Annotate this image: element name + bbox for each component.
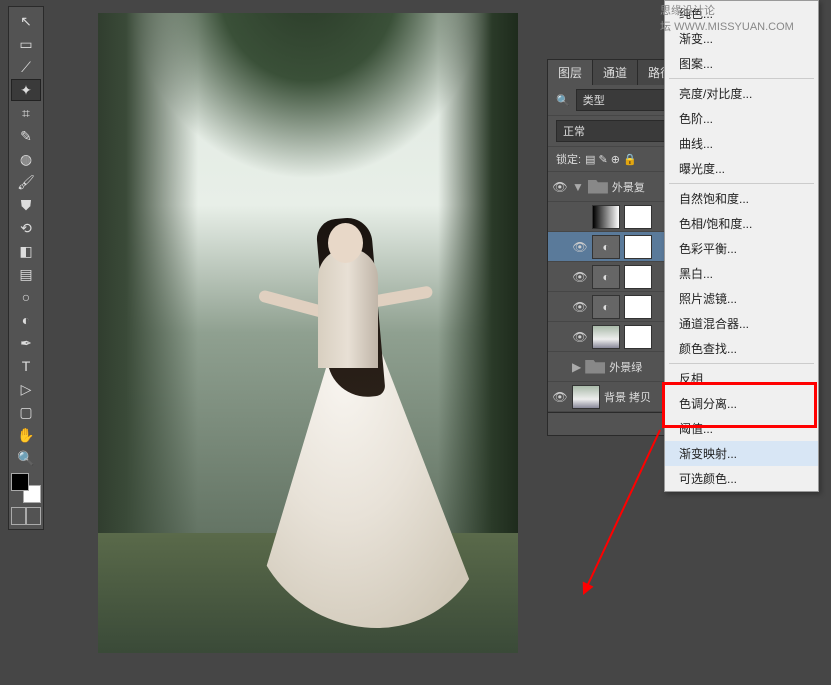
tool-path[interactable]: ▷	[11, 378, 41, 400]
tool-eyedrop[interactable]: ✎	[11, 125, 41, 147]
menu-item[interactable]: 黑白...	[665, 261, 818, 286]
tool-move[interactable]: ↖	[11, 10, 41, 32]
mask-thumb[interactable]	[624, 235, 652, 259]
adjustment-icon: ◐	[592, 235, 620, 259]
menu-item[interactable]: 色调分离...	[665, 391, 818, 416]
folder-icon	[585, 360, 605, 374]
document-canvas[interactable]	[98, 13, 518, 653]
tool-stamp[interactable]: ⛊	[11, 194, 41, 216]
visibility-icon[interactable]: 👁	[572, 329, 588, 345]
quick-mask-icon[interactable]	[11, 507, 26, 525]
screen-mode-icon[interactable]	[26, 507, 41, 525]
menu-item[interactable]: 照片滤镜...	[665, 286, 818, 311]
tool-gradient[interactable]: ▤	[11, 263, 41, 285]
menu-item[interactable]: 曲线...	[665, 131, 818, 156]
tab-0[interactable]: 图层	[548, 60, 593, 85]
visibility-icon[interactable]	[572, 209, 588, 225]
tool-marquee[interactable]: ▭	[11, 33, 41, 55]
chevron-icon[interactable]: ▶	[572, 360, 581, 374]
layer-thumb	[592, 325, 620, 349]
figure-decor	[288, 248, 478, 628]
menu-item[interactable]: 反相	[665, 366, 818, 391]
menu-item[interactable]: 渐变映射...	[665, 441, 818, 466]
menu-item[interactable]: 通道混合器...	[665, 311, 818, 336]
folder-icon	[588, 180, 608, 194]
layer-thumb	[572, 385, 600, 409]
tool-type[interactable]: T	[11, 355, 41, 377]
menu-item[interactable]: 自然饱和度...	[665, 186, 818, 211]
layer-name: 外景绿	[609, 359, 642, 375]
menu-item[interactable]: 色彩平衡...	[665, 236, 818, 261]
tool-brush[interactable]: 🖌	[11, 171, 41, 193]
tool-eraser[interactable]: ◧	[11, 240, 41, 262]
watermark-url: WWW.MISSYUAN.COM	[674, 21, 794, 33]
layer-name: 背景 拷贝	[604, 389, 651, 405]
menu-item[interactable]: 颜色查找...	[665, 336, 818, 361]
visibility-icon[interactable]: 👁	[572, 269, 588, 285]
tool-blur[interactable]: ○	[11, 286, 41, 308]
tool-dodge[interactable]: ◐	[11, 309, 41, 331]
menu-item[interactable]: 色阶...	[665, 106, 818, 131]
visibility-icon[interactable]	[552, 359, 568, 375]
visibility-icon[interactable]: 👁	[572, 239, 588, 255]
mask-thumb[interactable]	[624, 205, 652, 229]
menu-item[interactable]: 曝光度...	[665, 156, 818, 181]
tools-toolbar: ↖▭⟋✦⌗✎◍🖌⛊⟲◧▤○◐✒T▷▢✋🔍	[8, 6, 44, 530]
layer-thumb	[592, 205, 620, 229]
tool-wand[interactable]: ✦	[11, 79, 41, 101]
mask-thumb[interactable]	[624, 325, 652, 349]
foreground-swatch[interactable]	[11, 473, 29, 491]
mask-thumb[interactable]	[624, 265, 652, 289]
tab-1[interactable]: 通道	[593, 60, 638, 85]
tool-pen[interactable]: ✒	[11, 332, 41, 354]
menu-item[interactable]: 可选颜色...	[665, 466, 818, 491]
menu-item[interactable]: 阈值...	[665, 416, 818, 441]
adjustment-icon: ◐	[592, 265, 620, 289]
menu-separator	[669, 363, 814, 364]
tool-crop[interactable]: ⌗	[11, 102, 41, 124]
arrow-annotation	[583, 430, 661, 594]
tool-heal[interactable]: ◍	[11, 148, 41, 170]
menu-item[interactable]: 图案...	[665, 51, 818, 76]
tool-lasso[interactable]: ⟋	[11, 56, 41, 78]
visibility-icon[interactable]: 👁	[552, 389, 568, 405]
mask-thumb[interactable]	[624, 295, 652, 319]
layer-name: 外景复	[612, 179, 645, 195]
menu-separator	[669, 183, 814, 184]
tool-zoom[interactable]: 🔍	[11, 447, 41, 469]
menu-item[interactable]: 色相/饱和度...	[665, 211, 818, 236]
tool-shape[interactable]: ▢	[11, 401, 41, 423]
adjustment-menu: 纯色...渐变...图案...亮度/对比度...色阶...曲线...曝光度...…	[664, 0, 819, 492]
tool-hand[interactable]: ✋	[11, 424, 41, 446]
chevron-icon[interactable]: ▼	[572, 180, 584, 194]
adjustment-icon: ◐	[592, 295, 620, 319]
tool-history[interactable]: ⟲	[11, 217, 41, 239]
menu-item[interactable]: 亮度/对比度...	[665, 81, 818, 106]
menu-separator	[669, 78, 814, 79]
visibility-icon[interactable]: 👁	[572, 299, 588, 315]
visibility-icon[interactable]: 👁	[552, 179, 568, 195]
